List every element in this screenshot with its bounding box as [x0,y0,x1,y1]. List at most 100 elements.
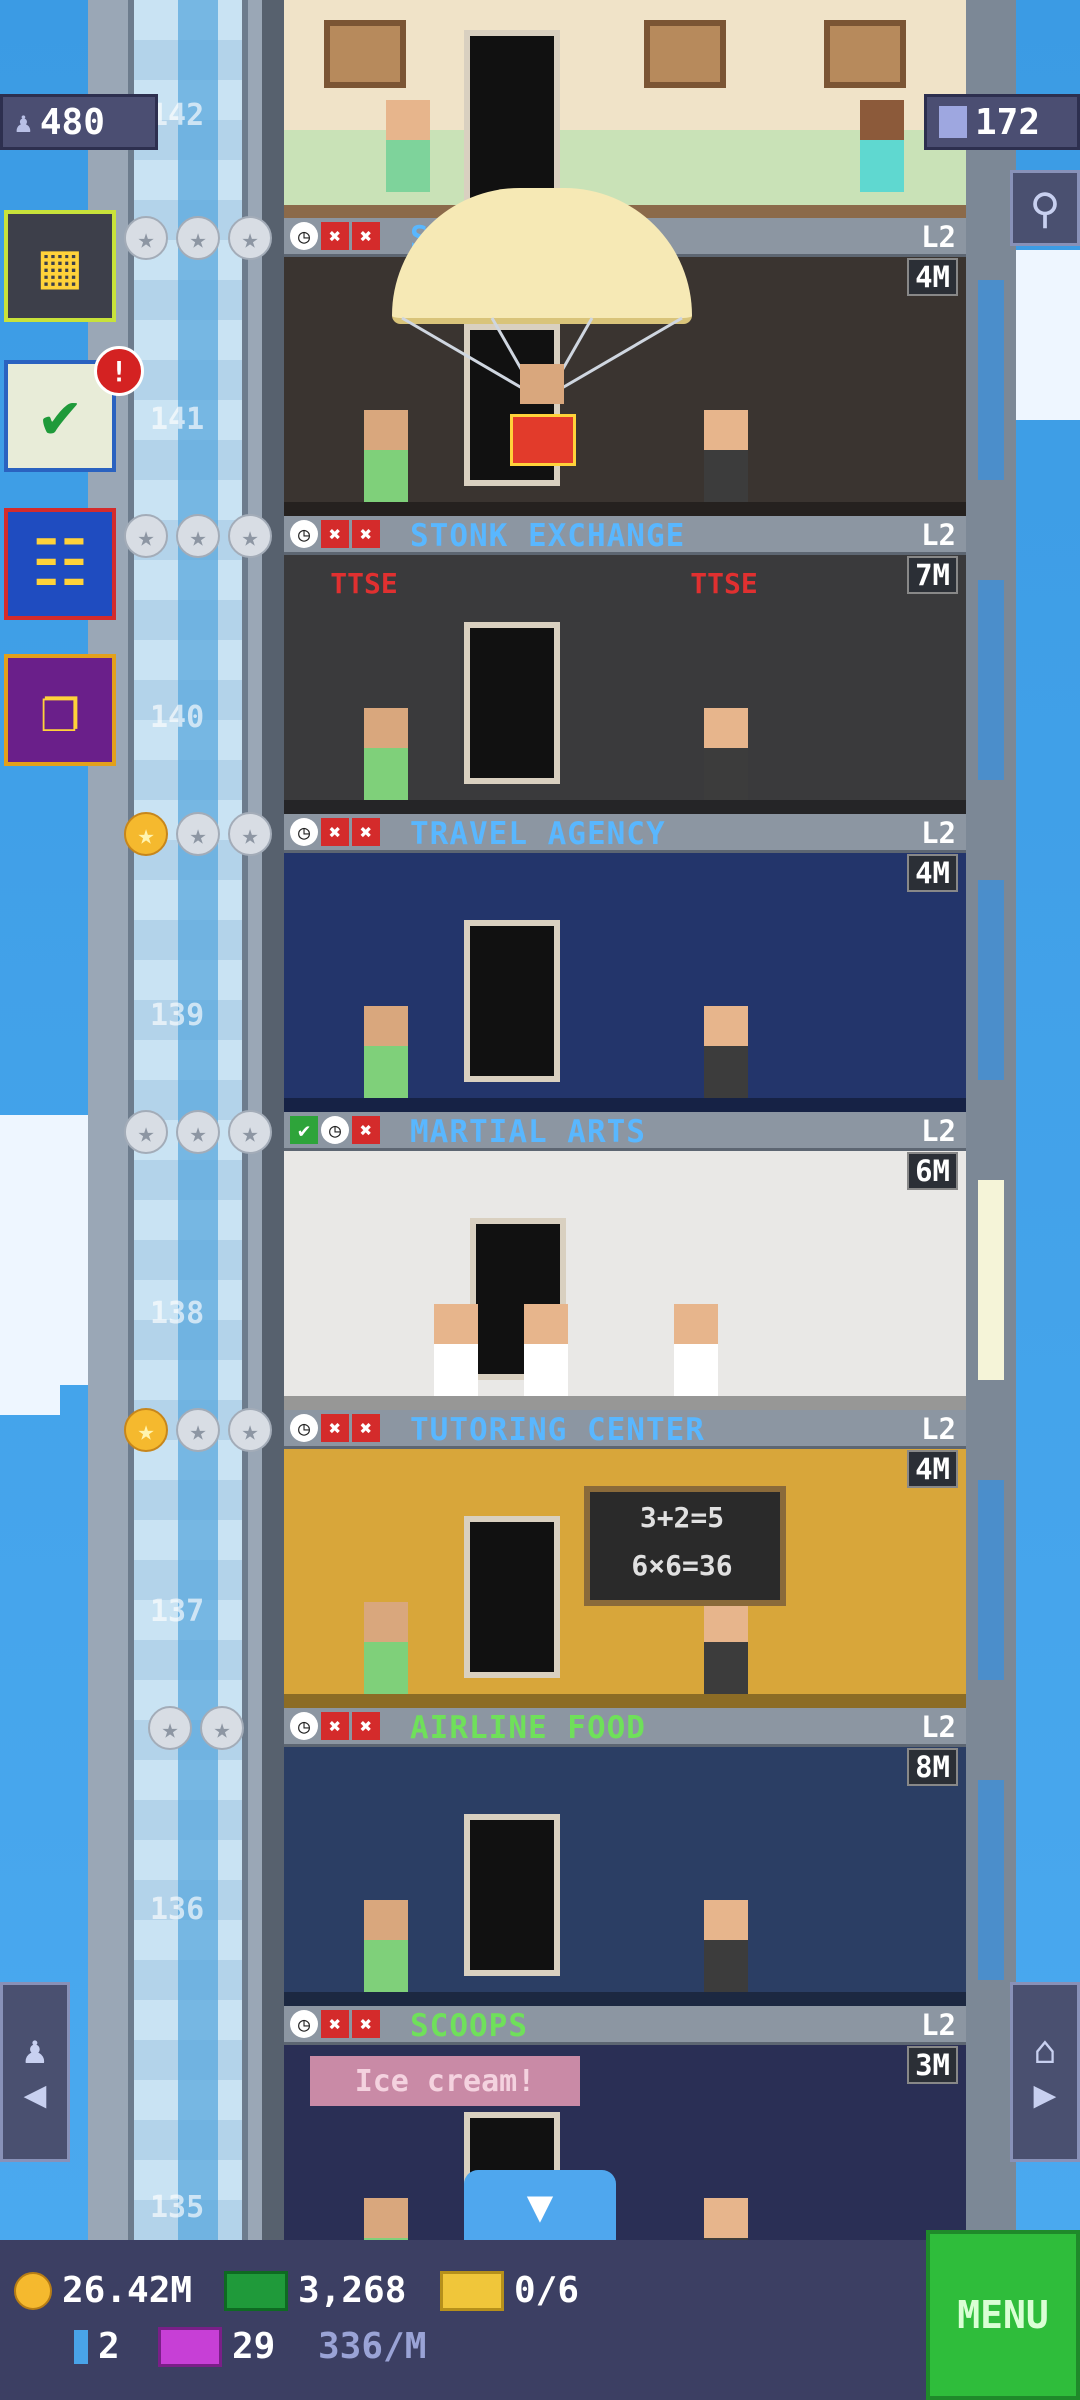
clock-icon: ◷ [290,818,318,846]
floor-room[interactable] [284,1148,966,1410]
resident-figure[interactable] [674,1304,718,1396]
resident-figure[interactable] [704,708,748,800]
star-icon: ★ [200,1706,244,1750]
resident-figure[interactable] [704,410,748,502]
floor-136[interactable]: ◷ ✖ ✖ AIRLINE FOOD L2 8M [284,1708,966,2006]
gift-button[interactable]: ❐ [4,654,116,766]
floor-star-rating: ★ ★ ★ [124,1408,272,1452]
room-sign: 6×6=36 [631,1548,733,1582]
floor-ground [284,1396,966,1410]
population-counter[interactable]: ♟ 480 [0,94,158,150]
floor-140[interactable]: TTSE TTSE ◷ ✖ ✖ STONK EXCHANGE L2 7M [284,516,966,814]
tickets-counter[interactable]: 0/6 [440,2270,579,2311]
floor-139[interactable]: ◷ ✖ ✖ TRAVEL AGENCY L2 4M [284,814,966,1112]
tower-bux-counter[interactable]: 3,268 [224,2270,406,2311]
floor-door [464,622,560,784]
floor-status-icons: ◷ ✖ ✖ [290,1414,380,1442]
arrow-left-icon: ◀ [23,2072,47,2116]
floor-level: L2 [921,1710,956,1744]
floors-counter[interactable]: 172 [924,94,1080,150]
checkmark-icon: ✔ [290,1116,318,1144]
floor-level: L2 [921,1412,956,1446]
resident-figure[interactable] [704,1006,748,1098]
floor-137[interactable]: 3+2=5 6×6=36 ◷ ✖ ✖ TUTORING CENTER L2 4M [284,1410,966,1708]
resident-figure[interactable] [704,1900,748,1992]
resident-figure[interactable] [364,1006,408,1098]
floor-ground [284,800,966,814]
star-icon: ★ [176,514,220,558]
floor-header[interactable]: ◷ ✖ ✖ SCOOPS L2 [284,2006,966,2045]
star-icon: ★ [124,812,168,856]
resident-figure[interactable] [364,1900,408,1992]
star-icon: ★ [124,514,168,558]
resident-figure[interactable] [704,1602,748,1694]
floor-header[interactable]: ◷ ✖ ✖ STONK EXCHANGE L2 [284,516,966,555]
lobby-right-button[interactable]: ⌂ ▶ [1010,1982,1080,2162]
gift-icon [510,414,576,466]
floor-name: AIRLINE FOOD [410,1710,646,1746]
star-icon: ★ [176,216,220,260]
floor-star-rating: ★ ★ ★ [124,812,272,856]
star-icon: ★ [148,1706,192,1750]
person-icon: ♟ [15,105,32,139]
cloud [1016,250,1080,420]
floor-star-rating: ★ ★ ★ [124,514,272,558]
building-icon [939,106,967,138]
floor-level: L2 [921,220,956,254]
resident-figure[interactable] [386,100,430,192]
x-icon: ✖ [352,222,380,250]
resident-figure[interactable] [434,1304,478,1396]
room-sign: Ice cream! [310,2056,580,2106]
floor-level: L2 [921,2008,956,2042]
floor-138[interactable]: ✔ ◷ ✖ MARTIAL ARTS L2 6M [284,1112,966,1410]
coins-counter[interactable]: 26.42M [14,2270,192,2311]
floor-header[interactable]: ◷ ✖ ✖ TUTORING CENTER L2 [284,1410,966,1449]
calendar-button[interactable]: ☷ [4,508,116,620]
elevator-left-button[interactable]: ♟ ◀ [0,1982,70,2162]
floor-top-partial[interactable] [284,0,966,218]
scroll-down-button[interactable]: ▼ [464,2170,616,2242]
menu-button[interactable]: MENU [926,2230,1080,2400]
home-icon: ⌂ [1033,2028,1057,2072]
floor-door [464,30,560,212]
x-icon: ✖ [321,818,349,846]
resident-figure[interactable] [860,100,904,192]
floor-price-badge: 7M [907,556,958,594]
resident-figure[interactable] [364,1602,408,1694]
floor-name: TUTORING CENTER [410,1412,705,1448]
keys-counter[interactable]: 2 [74,2326,120,2367]
floor-room[interactable]: 3+2=5 6×6=36 [284,1446,966,1708]
floor-room[interactable] [284,850,966,1112]
floor-price-badge: 6M [907,1152,958,1190]
clock-icon: ◷ [290,1414,318,1442]
search-button[interactable]: ⚲ [1010,170,1080,246]
x-icon: ✖ [352,1712,380,1740]
floor-ground [284,1694,966,1708]
floor-room[interactable] [284,1744,966,2006]
floor-header[interactable]: ✔ ◷ ✖ MARTIAL ARTS L2 [284,1112,966,1151]
x-icon: ✖ [352,2010,380,2038]
vip-counter[interactable]: 29 [158,2326,275,2367]
x-icon: ✖ [352,1414,380,1442]
missions-button[interactable]: ✔! [4,346,144,472]
search-icon: ⚲ [1029,183,1061,233]
floor-number: 139 [150,998,205,1033]
floor-star-rating: ★ ★ ★ [124,216,272,260]
floor-door [464,1814,560,1976]
floor-header[interactable]: ◷ ✖ ✖ TRAVEL AGENCY L2 [284,814,966,853]
floor-header[interactable]: ◷ ✖ ✖ AIRLINE FOOD L2 [284,1708,966,1747]
star-icon: ★ [124,1408,168,1452]
floor-room[interactable]: TTSE TTSE [284,552,966,814]
resident-figure[interactable] [524,1304,568,1396]
floor-number: 141 [150,402,205,437]
clock-icon: ◷ [321,1116,349,1144]
build-floor-button[interactable]: ▦ [4,210,116,322]
star-icon: ★ [228,1110,272,1154]
parachute-gift[interactable] [392,188,692,468]
floor-price-badge: 4M [907,258,958,296]
floor-level: L2 [921,1114,956,1148]
coin-icon [14,2271,52,2310]
floor-price-badge: 8M [907,1748,958,1786]
resident-figure[interactable] [364,708,408,800]
floor-price-badge: 4M [907,1450,958,1488]
